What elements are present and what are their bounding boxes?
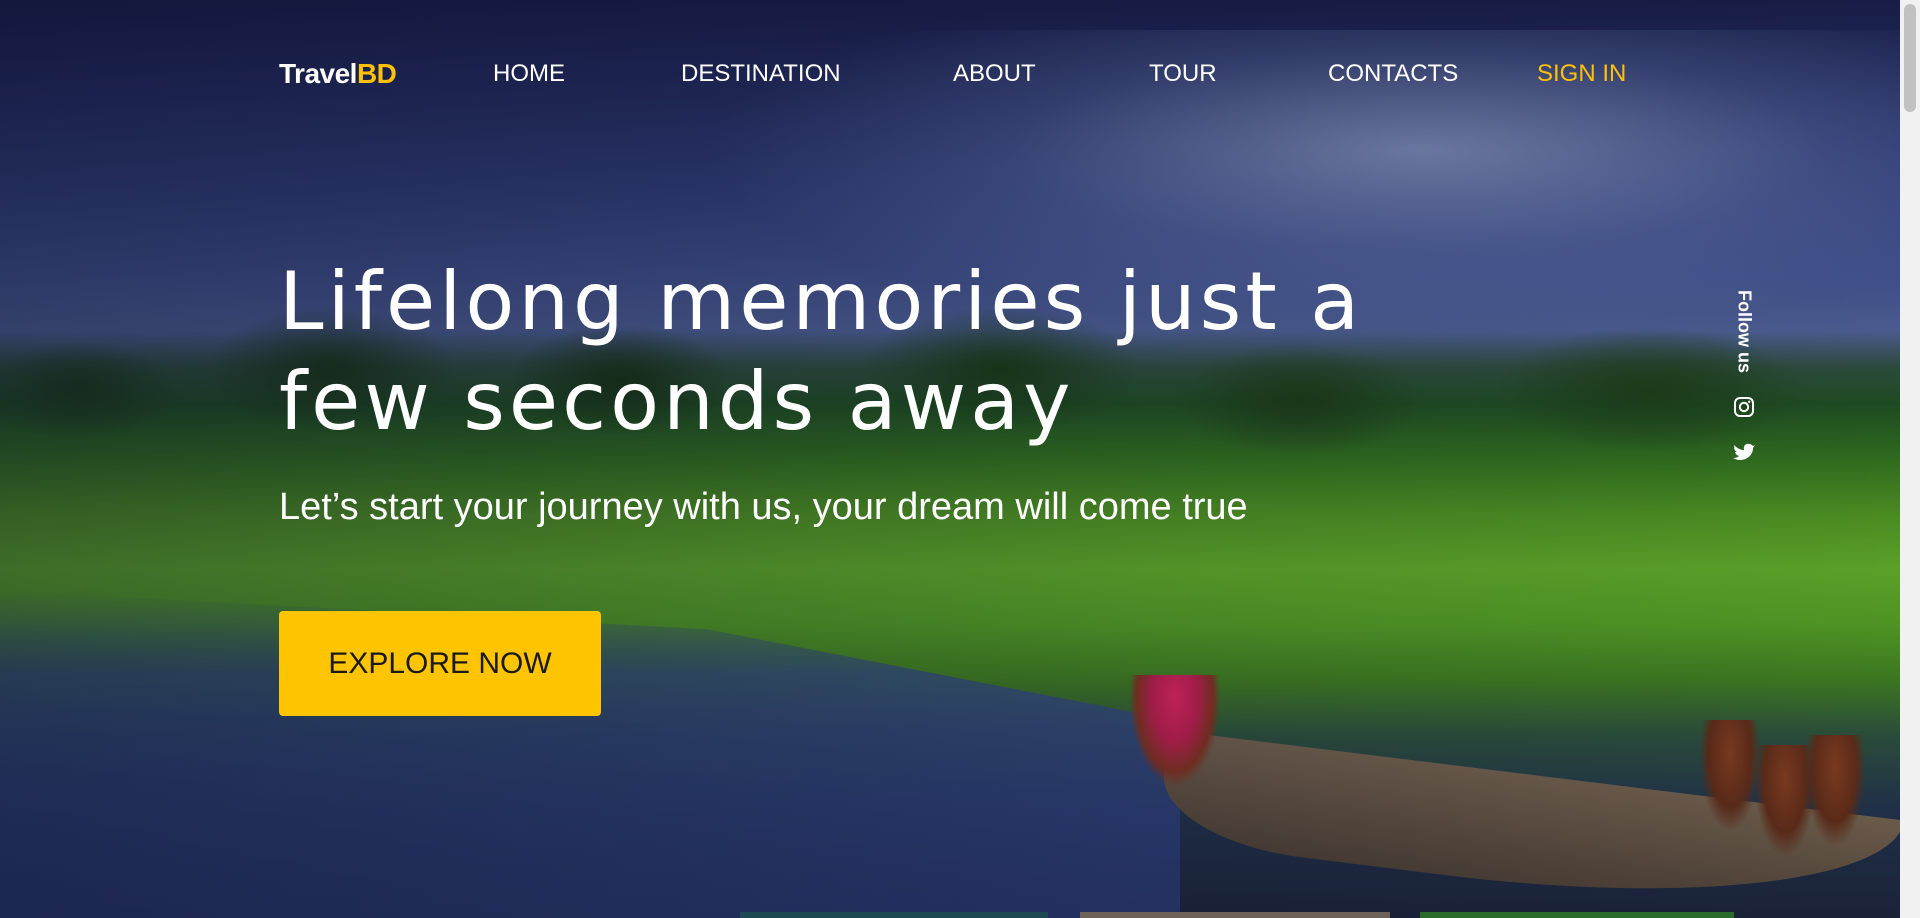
hero-overlay	[0, 0, 1900, 918]
destination-card-preview	[740, 912, 1048, 918]
logo-accent-text: BD	[356, 58, 397, 89]
nav-item-about[interactable]: ABOUT	[953, 60, 1036, 88]
hero-title: Lifelong memories just a few seconds awa…	[279, 255, 1364, 448]
page: TravelBD HOME DESTINATION ABOUT TOUR CON…	[0, 0, 1920, 918]
social-follow: Follow us	[1722, 290, 1766, 483]
scrollbar-thumb[interactable]	[1904, 4, 1916, 112]
logo-text: Travel	[279, 58, 357, 89]
twitter-icon[interactable]	[1732, 439, 1756, 463]
hero-background-image	[0, 0, 1904, 918]
destination-card-preview	[1080, 912, 1390, 918]
instagram-icon[interactable]	[1732, 395, 1756, 419]
nav-item-home[interactable]: HOME	[493, 60, 565, 88]
hero-subtitle: Let’s start your journey with us, your d…	[279, 486, 1248, 528]
site-logo[interactable]: TravelBD	[279, 58, 397, 90]
follow-us-label: Follow us	[1734, 290, 1755, 373]
sign-in-link[interactable]: SIGN IN	[1537, 60, 1626, 88]
explore-now-button[interactable]: EXPLORE NOW	[279, 611, 601, 716]
destination-card-preview	[1420, 912, 1734, 918]
nav-item-contacts[interactable]: CONTACTS	[1328, 60, 1458, 88]
nav-item-destination[interactable]: DESTINATION	[681, 60, 841, 88]
vertical-scrollbar[interactable]	[1900, 0, 1920, 918]
nav-item-tour[interactable]: TOUR	[1149, 60, 1217, 88]
